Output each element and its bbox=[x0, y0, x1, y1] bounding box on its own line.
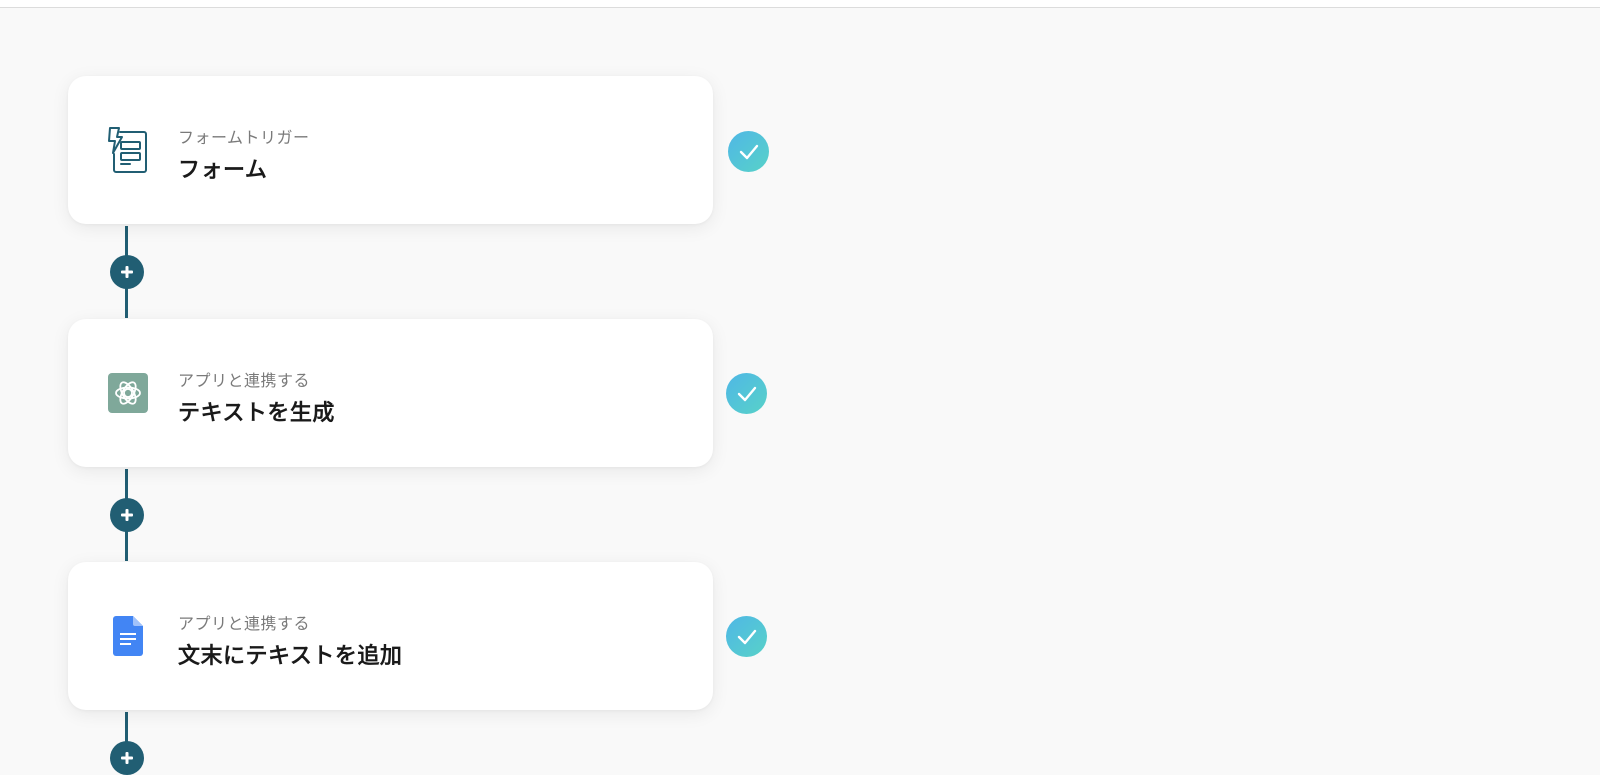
step-title: テキストを生成 bbox=[178, 401, 335, 426]
plus-icon bbox=[121, 752, 133, 764]
step-title: 文末にテキストを追加 bbox=[178, 644, 403, 669]
check-icon bbox=[726, 616, 767, 657]
plus-icon bbox=[121, 266, 133, 278]
check-icon bbox=[728, 131, 769, 172]
add-step-button[interactable] bbox=[110, 498, 144, 532]
flow-canvas: フォームトリガー フォーム アプリと連携する テキストを生成 アプリと連携する … bbox=[0, 0, 1600, 775]
step-type-label: アプリと連携する bbox=[178, 614, 311, 633]
plus-icon bbox=[121, 509, 133, 521]
form-trigger-icon bbox=[105, 126, 151, 174]
step-card-append-text[interactable]: アプリと連携する 文末にテキストを追加 bbox=[68, 562, 713, 710]
step-card-generate-text[interactable]: アプリと連携する テキストを生成 bbox=[68, 319, 713, 467]
step-type-label: アプリと連携する bbox=[178, 371, 311, 390]
add-step-button[interactable] bbox=[110, 741, 144, 775]
check-icon bbox=[726, 373, 767, 414]
step-type-label: フォームトリガー bbox=[178, 128, 310, 147]
google-docs-icon bbox=[105, 612, 151, 660]
step-title: フォーム bbox=[178, 158, 268, 183]
add-step-button[interactable] bbox=[110, 255, 144, 289]
step-card-form-trigger[interactable]: フォームトリガー フォーム bbox=[68, 76, 713, 224]
chatgpt-icon bbox=[105, 369, 151, 417]
